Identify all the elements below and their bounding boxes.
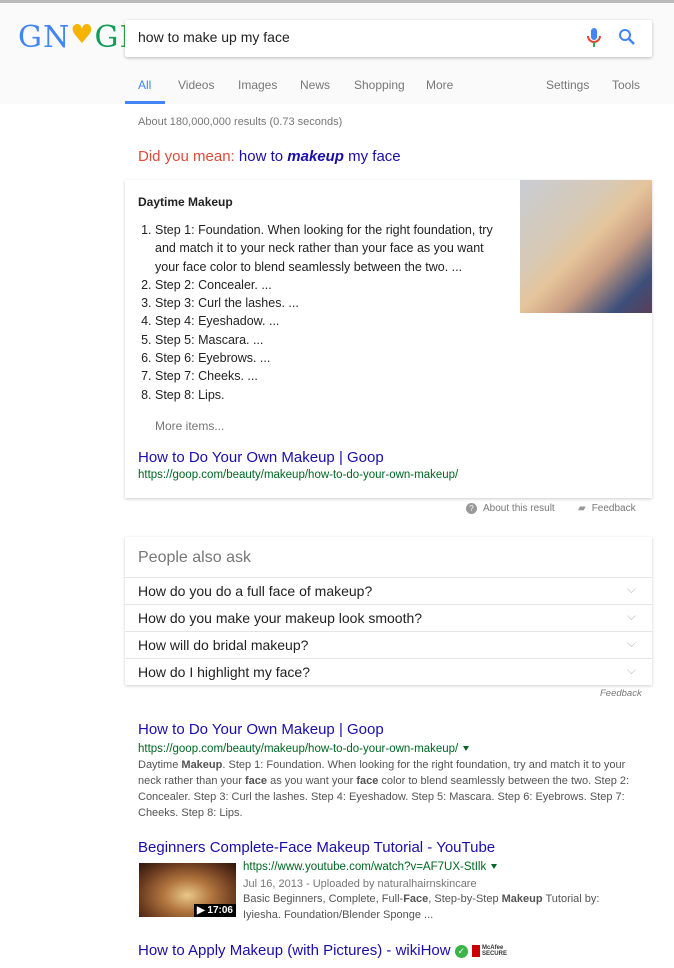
feedback-link[interactable]: ▰ Feedback bbox=[578, 503, 636, 514]
chevron-down-icon: ⌵ bbox=[626, 663, 636, 677]
tab-more[interactable]: More bbox=[426, 78, 453, 92]
paa-question[interactable]: How will do bridal makeup? ⌵ bbox=[125, 631, 652, 658]
snippet-url: https://goop.com/beauty/makeup/how-to-do… bbox=[138, 469, 459, 481]
question-icon: ? bbox=[466, 503, 477, 514]
paa-question[interactable]: How do I highlight my face? ⌵ bbox=[125, 658, 652, 685]
snippet-title: Daytime Makeup bbox=[138, 195, 233, 209]
google-doodle-logo[interactable]: GN♥GLE bbox=[18, 20, 162, 56]
tab-images[interactable]: Images bbox=[238, 78, 277, 92]
result-snippet: Daytime Makeup. Step 1: Foundation. When… bbox=[138, 759, 630, 819]
dropdown-arrow-icon[interactable] bbox=[491, 864, 498, 870]
tab-all[interactable]: All bbox=[138, 78, 151, 92]
video-duration: ▶ 17:06 bbox=[193, 904, 236, 917]
tab-videos[interactable]: Videos bbox=[178, 78, 214, 92]
did-you-mean-label: Did you mean: bbox=[138, 148, 235, 165]
did-you-mean: Did you mean: how to makeup my face bbox=[138, 148, 401, 165]
chevron-down-icon: ⌵ bbox=[626, 636, 636, 650]
verified-check-icon: ✓ bbox=[454, 944, 468, 958]
search-input[interactable] bbox=[138, 29, 578, 45]
search-icon[interactable] bbox=[618, 28, 636, 46]
result-url: https://goop.com/beauty/makeup/how-to-do… bbox=[138, 743, 470, 755]
active-tab-indicator bbox=[125, 101, 165, 104]
mcafee-secure-badge: McAfee SECURE bbox=[471, 945, 507, 958]
snippet-image[interactable] bbox=[520, 180, 652, 313]
snippet-step: Step 2: Concealer. ... bbox=[155, 276, 505, 294]
search-box[interactable] bbox=[125, 20, 652, 57]
result-date: Jul 16, 2013 - Uploaded by naturalhairns… bbox=[243, 878, 477, 890]
paa-question[interactable]: How do you make your makeup look smooth?… bbox=[125, 604, 652, 631]
result-title[interactable]: How to Apply Makeup (with Pictures) - wi… bbox=[138, 942, 507, 959]
result-title[interactable]: How to Do Your Own Makeup | Goop bbox=[138, 721, 384, 738]
result-title[interactable]: Beginners Complete-Face Makeup Tutorial … bbox=[138, 839, 495, 856]
result-url: https://www.youtube.com/watch?v=AF7UX-St… bbox=[243, 861, 498, 873]
people-also-ask: People also ask How do you do a full fac… bbox=[125, 537, 652, 685]
chevron-down-icon: ⌵ bbox=[626, 582, 636, 596]
snippet-steps: Step 1: Foundation. When looking for the… bbox=[155, 221, 505, 404]
snippet-link[interactable]: How to Do Your Own Makeup | Goop bbox=[138, 449, 384, 466]
more-items-link[interactable]: More items... bbox=[155, 419, 224, 433]
did-you-mean-link[interactable]: how to makeup my face bbox=[239, 148, 401, 165]
tab-news[interactable]: News bbox=[300, 78, 330, 92]
result-snippet: Basic Beginners, Complete, Full-Face, St… bbox=[243, 893, 600, 921]
snippet-step: Step 7: Cheeks. ... bbox=[155, 367, 505, 385]
snippet-step: Step 5: Mascara. ... bbox=[155, 331, 505, 349]
chevron-down-icon: ⌵ bbox=[626, 609, 636, 623]
snippet-step: Step 4: Eyeshadow. ... bbox=[155, 312, 505, 330]
snippet-step: Step 6: Eyebrows. ... bbox=[155, 349, 505, 367]
result-stats: About 180,000,000 results (0.73 seconds) bbox=[138, 116, 343, 128]
snippet-step: Step 3: Curl the lashes. ... bbox=[155, 294, 505, 312]
settings-link[interactable]: Settings bbox=[546, 78, 589, 92]
paa-question[interactable]: How do you do a full face of makeup? ⌵ bbox=[125, 577, 652, 604]
featured-snippet: Daytime Makeup Step 1: Foundation. When … bbox=[125, 180, 652, 498]
video-thumbnail[interactable]: ▶ 17:06 bbox=[139, 863, 236, 917]
paa-feedback-link[interactable]: Feedback bbox=[600, 688, 642, 699]
snippet-step: Step 8: Lips. bbox=[155, 386, 505, 404]
microphone-icon[interactable] bbox=[587, 28, 601, 48]
about-this-result[interactable]: ? About this result bbox=[466, 503, 555, 514]
tools-link[interactable]: Tools bbox=[612, 78, 640, 92]
feedback-icon: ▰ bbox=[578, 503, 586, 514]
snippet-step: Step 1: Foundation. When looking for the… bbox=[155, 221, 505, 276]
dropdown-arrow-icon[interactable] bbox=[463, 746, 470, 752]
tab-shopping[interactable]: Shopping bbox=[354, 78, 405, 92]
paa-title: People also ask bbox=[138, 549, 251, 566]
